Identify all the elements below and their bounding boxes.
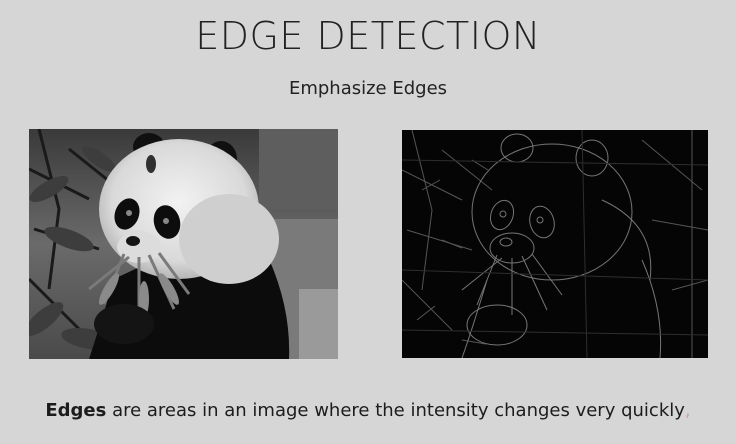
caption-text: are areas in an image where the intensit… xyxy=(106,400,685,421)
original-panda-image xyxy=(29,129,338,359)
caption-bold-term: Edges xyxy=(45,400,107,421)
caption-trailing-punct: , xyxy=(684,400,691,421)
slide-title: EDGE DETECTION xyxy=(195,14,541,58)
edge-detected-panda-image xyxy=(402,130,708,358)
slide-subtitle: Emphasize Edges xyxy=(288,78,448,99)
caption: Edges are areas in an image where the in… xyxy=(0,400,736,421)
